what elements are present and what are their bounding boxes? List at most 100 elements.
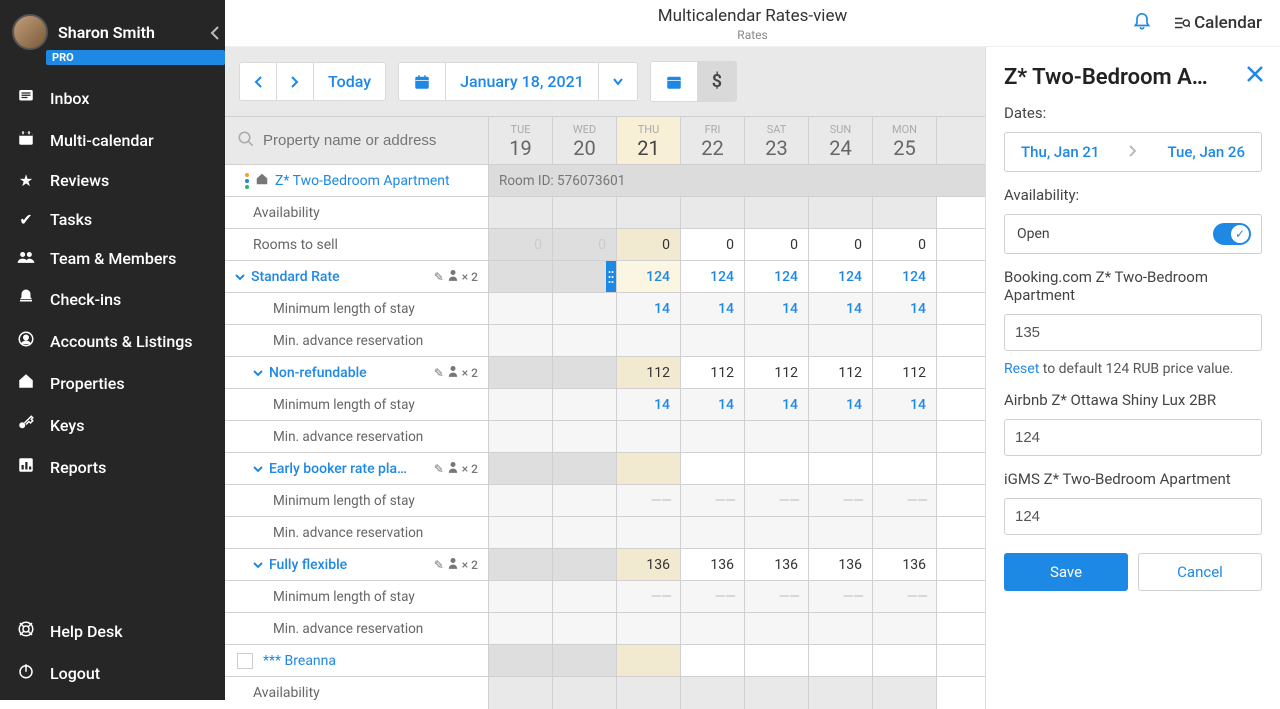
cell[interactable] (873, 421, 937, 452)
cell[interactable] (681, 613, 745, 644)
search-cell[interactable] (225, 117, 489, 164)
cell[interactable]: 112 (873, 357, 937, 388)
cell[interactable]: 112 (681, 357, 745, 388)
availability-toggle[interactable]: Open ✓ (1004, 214, 1262, 254)
cell[interactable]: 14 (681, 389, 745, 420)
cell[interactable]: 112 (809, 357, 873, 388)
property-label[interactable]: Z* Two-Bedroom Apartment (225, 165, 489, 196)
cell[interactable] (873, 645, 937, 676)
save-button[interactable]: Save (1004, 553, 1128, 591)
cell[interactable]: — — (809, 485, 873, 516)
cell[interactable]: 14 (745, 389, 809, 420)
cell[interactable] (617, 421, 681, 452)
rate-plan-toggle[interactable]: Early booker rate plan (… ✎ × 2 (225, 453, 489, 484)
cell[interactable]: — — (745, 581, 809, 612)
cell[interactable]: 14 (809, 293, 873, 324)
cell[interactable]: 14 (617, 293, 681, 324)
drag-handle-icon[interactable] (245, 173, 249, 189)
toggle-switch[interactable]: ✓ (1213, 223, 1251, 245)
cell[interactable]: 14 (617, 389, 681, 420)
cell[interactable] (617, 517, 681, 548)
cell[interactable] (745, 453, 809, 484)
cancel-button[interactable]: Cancel (1138, 553, 1262, 591)
edit-icon[interactable]: ✎ (434, 462, 444, 476)
edit-icon[interactable]: ✎ (434, 558, 444, 572)
cell[interactable] (873, 613, 937, 644)
cell[interactable] (745, 325, 809, 356)
calendar-mode-button[interactable] (651, 62, 698, 101)
sidebar-item-keys[interactable]: Keys (0, 404, 225, 446)
cell[interactable] (617, 613, 681, 644)
cell[interactable] (617, 453, 681, 484)
cell[interactable] (873, 453, 937, 484)
rate-plan-toggle[interactable]: Standard Rate ✎ × 2 (225, 261, 489, 292)
sidebar-item-help[interactable]: Help Desk (0, 610, 225, 652)
close-icon[interactable] (1246, 65, 1264, 89)
sidebar-item-accounts[interactable]: Accounts & Listings (0, 320, 225, 362)
cell[interactable]: 136 (809, 549, 873, 580)
cell[interactable] (681, 325, 745, 356)
cell[interactable] (873, 325, 937, 356)
cell[interactable]: 14 (873, 293, 937, 324)
cell[interactable] (681, 421, 745, 452)
cell[interactable]: — — (873, 485, 937, 516)
cell[interactable]: 136 (681, 549, 745, 580)
cell[interactable]: 136 (873, 549, 937, 580)
channel-air-input[interactable] (1004, 419, 1262, 456)
cell[interactable]: 0 (745, 229, 809, 260)
cell[interactable] (745, 645, 809, 676)
cell[interactable]: — — (809, 581, 873, 612)
cell[interactable]: 14 (745, 293, 809, 324)
sidebar-item-logout[interactable]: Logout (0, 652, 225, 694)
cell[interactable] (745, 613, 809, 644)
cell[interactable] (617, 325, 681, 356)
cell[interactable] (745, 517, 809, 548)
cell[interactable]: — — (873, 581, 937, 612)
search-input[interactable] (263, 132, 476, 149)
edit-icon[interactable]: ✎ (434, 270, 444, 284)
cell[interactable] (809, 645, 873, 676)
profile-block[interactable]: Sharon Smith (0, 8, 225, 52)
sidebar-item-reviews[interactable]: ★ Reviews (0, 161, 225, 200)
cell[interactable]: 124 (617, 261, 681, 292)
property-checkbox[interactable] (237, 653, 253, 669)
cell[interactable]: 124 (873, 261, 937, 292)
sidebar-item-properties[interactable]: Properties (0, 362, 225, 404)
property-label[interactable]: *** Breanna (225, 645, 489, 676)
cell[interactable]: 112 (617, 357, 681, 388)
cell[interactable] (681, 453, 745, 484)
cell[interactable] (617, 645, 681, 676)
cell[interactable]: — — (617, 581, 681, 612)
rate-plan-toggle[interactable]: Fully flexible ✎ × 2 (225, 549, 489, 580)
cell[interactable]: 0 (809, 229, 873, 260)
today-button[interactable]: Today (314, 63, 385, 100)
cell[interactable]: 14 (873, 389, 937, 420)
cell[interactable]: — — (745, 485, 809, 516)
cell[interactable]: 124 (809, 261, 873, 292)
rate-plan-toggle[interactable]: Non-refundable ✎ × 2 (225, 357, 489, 388)
cell[interactable]: 14 (681, 293, 745, 324)
cell[interactable] (809, 453, 873, 484)
cell[interactable] (809, 613, 873, 644)
reset-link[interactable]: Reset (1004, 361, 1039, 377)
cell[interactable]: 14 (809, 389, 873, 420)
sidebar-item-multicalendar[interactable]: Multi-calendar (0, 119, 225, 161)
edit-icon[interactable]: ✎ (434, 366, 444, 380)
channel-igms-input[interactable] (1004, 498, 1262, 535)
cell[interactable]: — — (681, 581, 745, 612)
date-range-picker[interactable]: Thu, Jan 21 Tue, Jan 26 (1004, 132, 1262, 172)
cell[interactable] (809, 517, 873, 548)
date-picker-group[interactable]: January 18, 2021 (398, 62, 638, 101)
sidebar-item-checkins[interactable]: Check-ins (0, 278, 225, 320)
cell[interactable]: — — (617, 485, 681, 516)
channel-bdc-input[interactable] (1004, 314, 1262, 351)
cell[interactable] (745, 421, 809, 452)
sidebar-item-reports[interactable]: Reports (0, 446, 225, 488)
cell[interactable]: 136 (617, 549, 681, 580)
rates-mode-button[interactable]: $ (698, 62, 736, 101)
cell[interactable] (809, 421, 873, 452)
cell[interactable]: 0 (617, 229, 681, 260)
cell[interactable] (873, 517, 937, 548)
cell[interactable]: 0 (681, 229, 745, 260)
cell[interactable]: 136 (745, 549, 809, 580)
